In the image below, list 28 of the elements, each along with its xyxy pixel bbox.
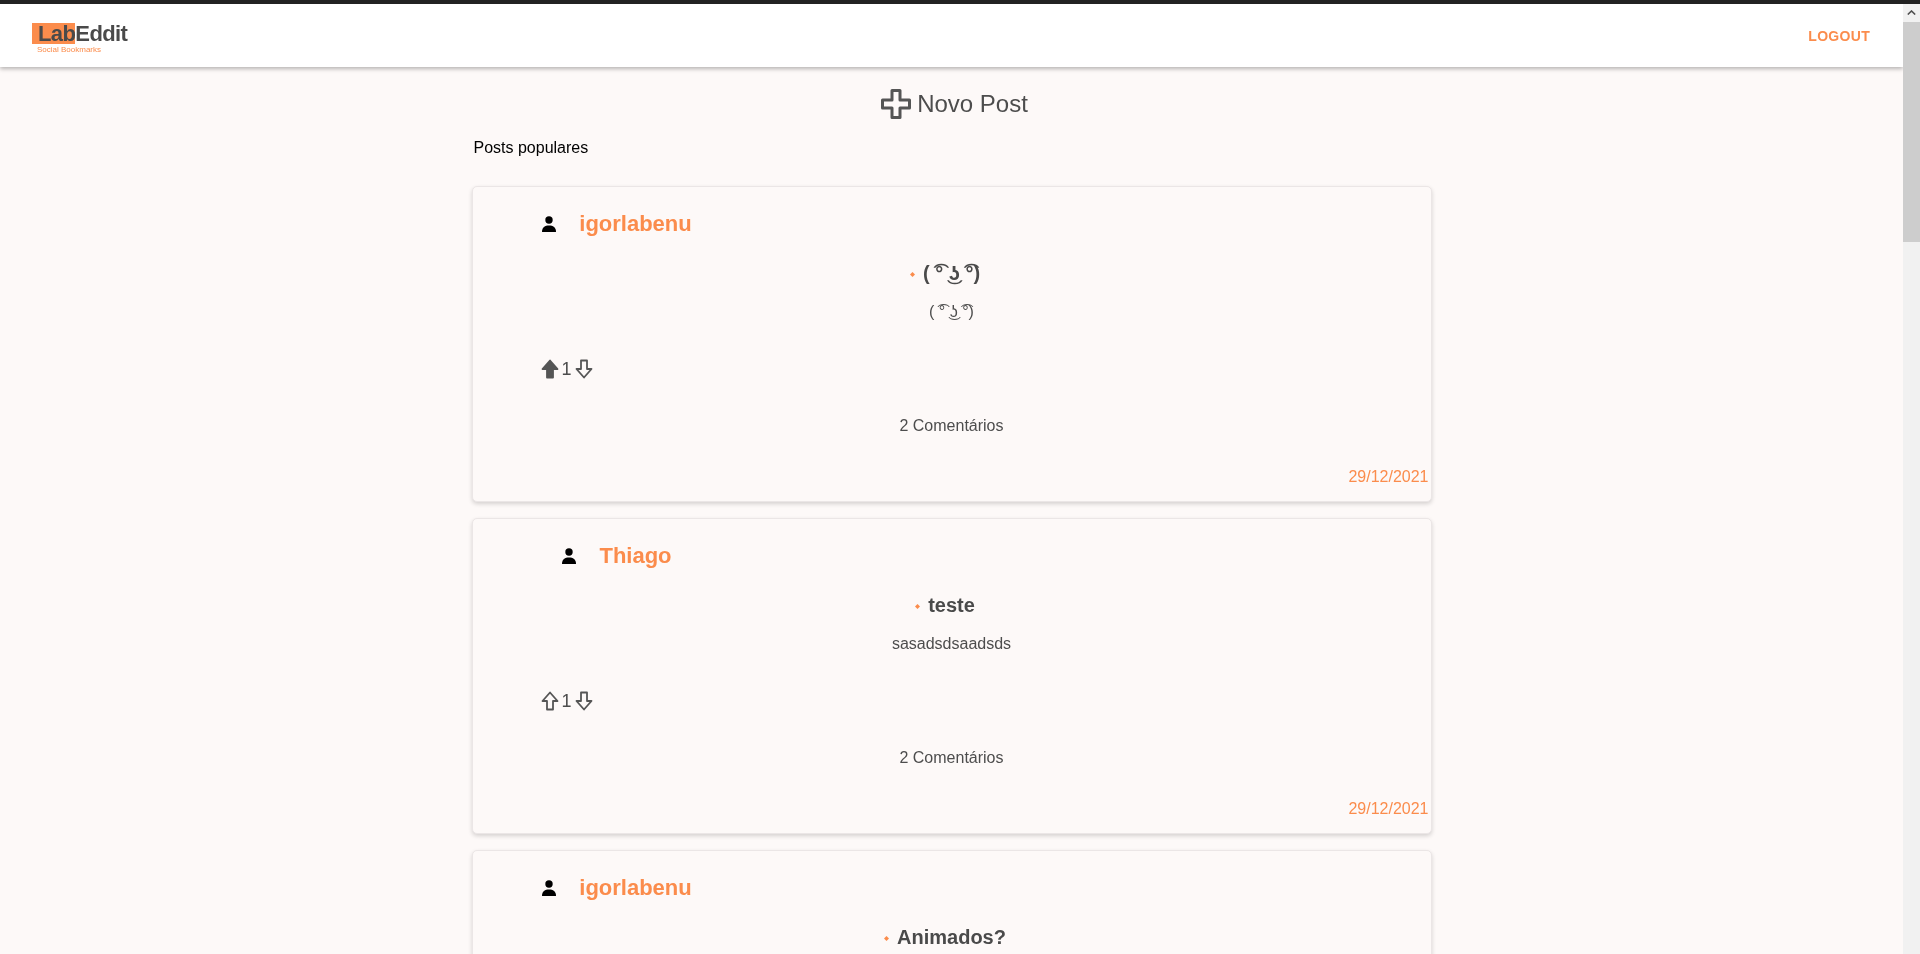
post-title: ( ͡° ͜ʖ ͡°) [922, 262, 981, 284]
new-post-button[interactable]: Novo Post [881, 89, 1028, 119]
user-icon [542, 216, 557, 232]
post-body: sasadsdsaadsds [891, 634, 1012, 654]
comments-link[interactable]: 2 Comentários [899, 749, 1004, 766]
down-arrow-icon[interactable] [574, 359, 593, 379]
up-arrow-icon[interactable] [540, 691, 559, 711]
comments-link[interactable]: 2 Comentários [899, 417, 1004, 434]
post-title: teste [928, 594, 975, 616]
post-date: 29/12/2021 [1348, 800, 1429, 817]
plus-icon [881, 89, 912, 119]
bullet-icon [915, 604, 921, 609]
logo-wordmark[interactable]: LabEddit [32, 23, 128, 44]
scrollbar-thumb[interactable] [1903, 22, 1920, 242]
bullet-icon [909, 272, 915, 277]
up-arrow-icon[interactable] [540, 359, 559, 379]
user-icon [542, 880, 557, 896]
logo-tagline: Social Bookmarks [37, 45, 102, 54]
bullet-icon [884, 936, 890, 941]
user-icon [562, 548, 577, 564]
post-title: Animados? [897, 926, 1006, 948]
scrollbar[interactable] [1903, 4, 1920, 954]
vote-count: 1 [561, 358, 572, 381]
down-arrow-icon[interactable] [574, 691, 593, 711]
section-title: Posts populares [472, 138, 589, 158]
post-body: ( ͡° ͜ʖ ͡°) [929, 302, 974, 322]
post-date: 29/12/2021 [1348, 468, 1429, 485]
vote-count: 1 [561, 690, 572, 713]
